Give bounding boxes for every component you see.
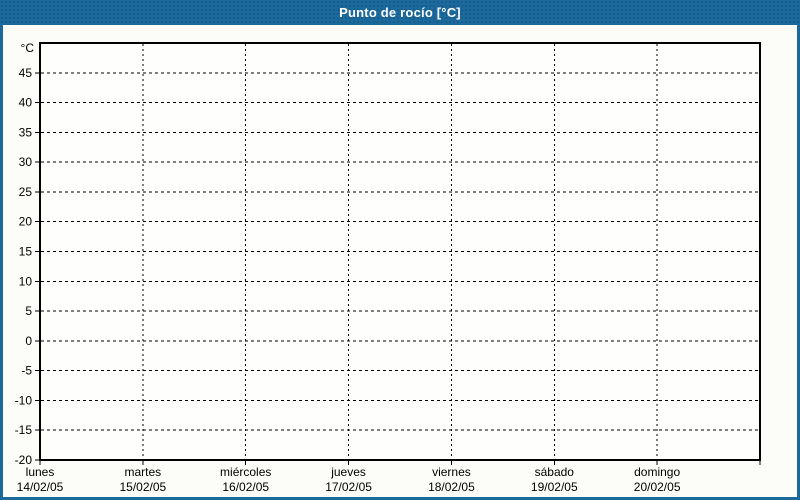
x-axis-day-label: jueves [330,465,366,479]
y-axis-label: 45 [19,66,33,80]
x-axis-date-label: 20/02/05 [634,480,681,494]
x-axis-day-label: lunes [26,465,55,479]
y-axis-label: 5 [25,304,32,318]
title-bar: Punto de rocío [°C] [0,0,800,25]
x-axis-day-label: martes [125,465,162,479]
y-axis-label: 40 [19,96,33,110]
x-axis-date-label: 17/02/05 [325,480,372,494]
x-axis-date-label: 14/02/05 [17,480,64,494]
x-axis-day-label: domingo [634,465,680,479]
y-axis-label: -15 [15,423,33,437]
x-axis-day-label: miércoles [220,465,271,479]
y-axis-label: 35 [19,125,33,139]
y-axis-label: 25 [19,185,33,199]
y-axis-label: -10 [15,393,33,407]
y-axis-label: 10 [19,274,33,288]
y-axis-label: -5 [21,364,32,378]
y-axis-label: 0 [25,334,32,348]
chart-plot: °C454035302520151050-5-10-15-20lunes14/0… [15,41,761,494]
y-axis-label: 15 [19,245,33,259]
chart-title: Punto de rocío [°C] [339,5,461,20]
x-axis-date-label: 18/02/05 [428,480,475,494]
x-axis-date-label: 15/02/05 [119,480,166,494]
y-axis-unit-label: °C [21,41,35,55]
x-axis-date-label: 16/02/05 [222,480,269,494]
y-axis-label: 20 [19,215,33,229]
x-axis-date-label: 19/02/05 [531,480,578,494]
plot-background [41,44,759,459]
x-axis-day-label: sábado [535,465,575,479]
chart-area: °C 45 40 35 30 25 20 15 10 5 0 -5 -10 -15 -20 lunes 14/0… [3,25,797,497]
chart-window: Punto de rocío [°C] °C 45 40 35 30 25 20 15 10 5 0… [0,0,800,500]
x-axis-day-label: viernes [432,465,471,479]
y-axis-label: 30 [19,155,33,169]
